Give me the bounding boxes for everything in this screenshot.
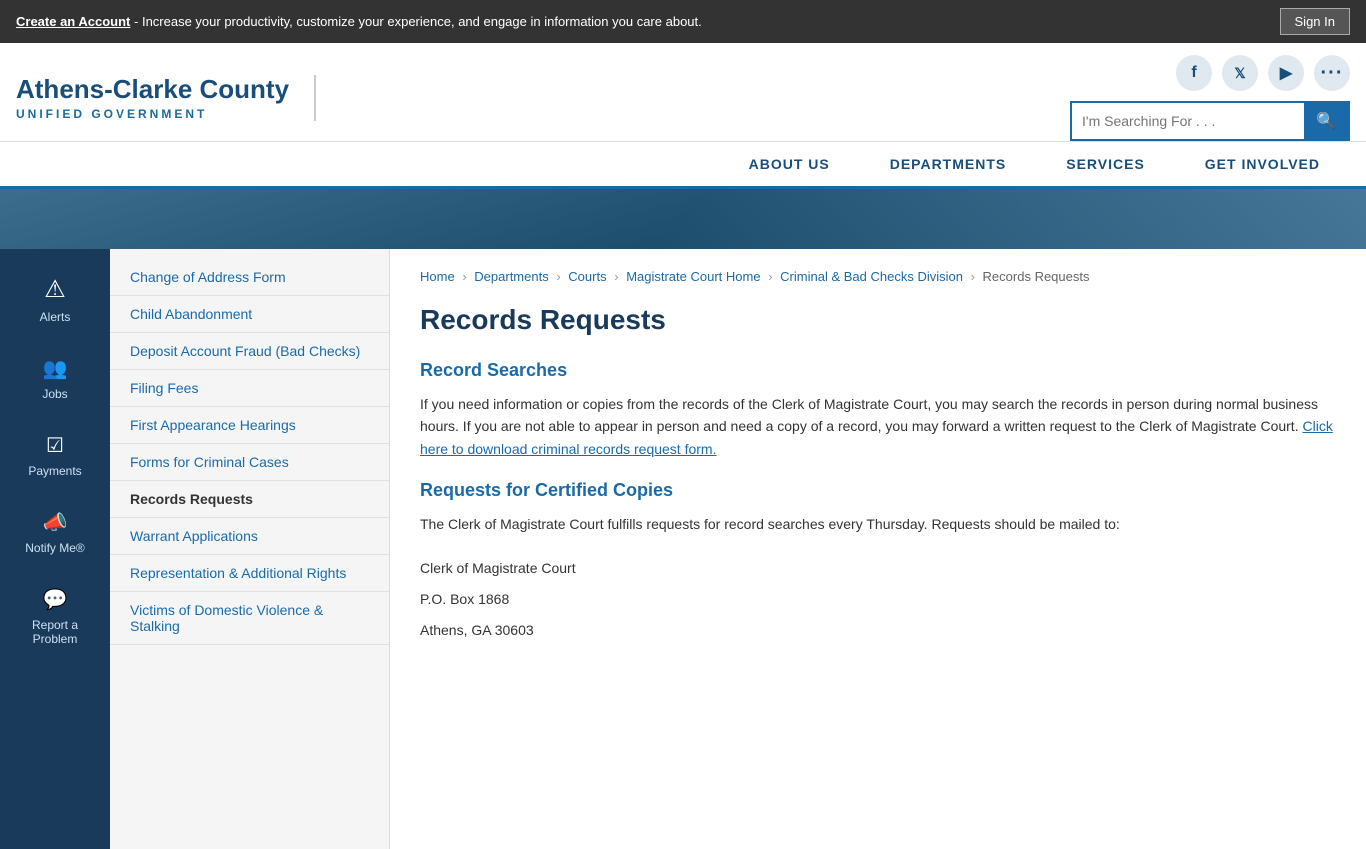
nav-sidebar: Change of Address Form Child Abandonment… xyxy=(110,249,390,849)
alerts-icon: ⚠ xyxy=(44,275,66,304)
nav-forms-criminal[interactable]: Forms for Criminal Cases xyxy=(110,444,389,481)
breadcrumb-criminal[interactable]: Criminal & Bad Checks Division xyxy=(780,269,963,284)
nav-victims[interactable]: Victims of Domestic Violence & Stalking xyxy=(110,592,389,645)
more-icon[interactable]: ··· xyxy=(1314,55,1350,91)
sidebar-item-notify[interactable]: 📣 Notify Me® xyxy=(0,494,110,571)
record-searches-title: Record Searches xyxy=(420,360,1336,381)
alerts-label: Alerts xyxy=(40,310,71,324)
sidebar-item-payments[interactable]: ☑ Payments xyxy=(0,417,110,494)
certified-copies-text: The Clerk of Magistrate Court fulfills r… xyxy=(420,513,1336,535)
report-label: Report a Problem xyxy=(10,618,100,646)
certified-copies-title: Requests for Certified Copies xyxy=(420,480,1336,501)
nav-deposit-fraud[interactable]: Deposit Account Fraud (Bad Checks) xyxy=(110,333,389,370)
sidebar-item-report[interactable]: 💬 Report a Problem xyxy=(0,571,110,662)
sidebar-item-alerts[interactable]: ⚠ Alerts xyxy=(0,259,110,340)
nav-first-appearance[interactable]: First Appearance Hearings xyxy=(110,407,389,444)
search-box: 🔍 xyxy=(1070,101,1350,141)
search-button[interactable]: 🔍 xyxy=(1304,103,1348,139)
twitter-icon[interactable]: 𝕏 xyxy=(1222,55,1258,91)
breadcrumb-sep-2: › xyxy=(556,269,560,284)
facebook-icon[interactable]: f xyxy=(1176,55,1212,91)
notify-icon: 📣 xyxy=(43,510,68,535)
address-line-1: Clerk of Magistrate Court xyxy=(420,556,1336,581)
sign-in-button[interactable]: Sign In xyxy=(1280,8,1350,35)
notify-label: Notify Me® xyxy=(25,541,85,555)
breadcrumb-home[interactable]: Home xyxy=(420,269,455,284)
nav-services[interactable]: SERVICES xyxy=(1036,142,1175,186)
banner-cta[interactable]: Create an Account xyxy=(16,14,130,29)
breadcrumb-sep-1: › xyxy=(462,269,466,284)
record-searches-text: If you need information or copies from t… xyxy=(420,393,1336,460)
icon-sidebar: ⚠ Alerts 👥 Jobs ☑ Payments 📣 Notify Me® … xyxy=(0,249,110,849)
banner-message: Create an Account - Increase your produc… xyxy=(16,14,702,29)
breadcrumb-current: Records Requests xyxy=(983,269,1090,284)
hero-band xyxy=(0,189,1366,249)
nav-change-of-address[interactable]: Change of Address Form xyxy=(110,259,389,296)
nav-bar: ABOUT US DEPARTMENTS SERVICES GET INVOLV… xyxy=(0,142,1366,189)
sidebar-item-jobs[interactable]: 👥 Jobs xyxy=(0,340,110,417)
nav-child-abandonment[interactable]: Child Abandonment xyxy=(110,296,389,333)
content-area: Home › Departments › Courts › Magistrate… xyxy=(390,249,1366,849)
social-icons: f 𝕏 ▶ ··· xyxy=(1176,55,1350,91)
main-layout: ⚠ Alerts 👥 Jobs ☑ Payments 📣 Notify Me® … xyxy=(0,249,1366,849)
youtube-icon[interactable]: ▶ xyxy=(1268,55,1304,91)
nav-representation[interactable]: Representation & Additional Rights xyxy=(110,555,389,592)
social-search-area: f 𝕏 ▶ ··· 🔍 xyxy=(336,55,1350,141)
jobs-label: Jobs xyxy=(42,387,67,401)
header: Athens-Clarke County UNIFIED GOVERNMENT … xyxy=(0,43,1366,142)
logo-title[interactable]: Athens-Clarke County xyxy=(16,75,294,104)
report-icon: 💬 xyxy=(43,587,68,612)
banner-detail: - Increase your productivity, customize … xyxy=(134,14,702,29)
nav-departments[interactable]: DEPARTMENTS xyxy=(860,142,1037,186)
top-banner: Create an Account - Increase your produc… xyxy=(0,0,1366,43)
nav-warrant-apps[interactable]: Warrant Applications xyxy=(110,518,389,555)
search-input[interactable] xyxy=(1072,105,1304,137)
breadcrumb-magistrate[interactable]: Magistrate Court Home xyxy=(626,269,760,284)
certified-copies-section: Requests for Certified Copies The Clerk … xyxy=(420,480,1336,643)
breadcrumb-sep-5: › xyxy=(971,269,975,284)
nav-get-involved[interactable]: GET INVOLVED xyxy=(1175,142,1350,186)
breadcrumb: Home › Departments › Courts › Magistrate… xyxy=(420,269,1336,284)
payments-label: Payments xyxy=(28,464,81,478)
logo-subtitle: UNIFIED GOVERNMENT xyxy=(16,107,294,121)
address-line-2: P.O. Box 1868 xyxy=(420,587,1336,612)
record-searches-section: Record Searches If you need information … xyxy=(420,360,1336,460)
page-title: Records Requests xyxy=(420,304,1336,336)
nav-records-requests[interactable]: Records Requests xyxy=(110,481,389,518)
logo-area: Athens-Clarke County UNIFIED GOVERNMENT xyxy=(16,75,316,122)
payments-icon: ☑ xyxy=(46,433,64,458)
breadcrumb-departments[interactable]: Departments xyxy=(474,269,548,284)
breadcrumb-sep-3: › xyxy=(614,269,618,284)
address-line-3: Athens, GA 30603 xyxy=(420,618,1336,643)
nav-about-us[interactable]: ABOUT US xyxy=(719,142,860,186)
download-form-link[interactable]: Click here to download criminal records … xyxy=(420,418,1333,456)
breadcrumb-courts[interactable]: Courts xyxy=(568,269,606,284)
jobs-icon: 👥 xyxy=(43,356,68,381)
nav-filing-fees[interactable]: Filing Fees xyxy=(110,370,389,407)
breadcrumb-sep-4: › xyxy=(768,269,772,284)
